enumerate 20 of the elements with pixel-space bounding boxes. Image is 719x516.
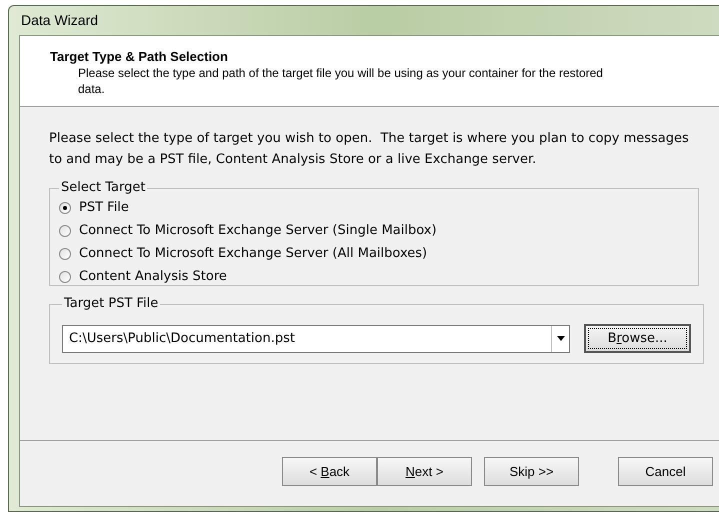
radio-option[interactable]: Content Analysis Store xyxy=(59,265,689,288)
header-title: Target Type & Path Selection xyxy=(50,49,229,65)
next-button[interactable]: Next > xyxy=(377,457,472,486)
radio-option[interactable]: Connect To Microsoft Exchange Server (All Mailboxes) xyxy=(59,242,689,265)
path-combo-box[interactable]: C:\Users\Public\Documentation.pst xyxy=(62,324,570,352)
radio-option[interactable]: Connect To Microsoft Exchange Server (Single Mailbox) xyxy=(59,219,689,242)
radio-option[interactable]: PST File xyxy=(59,196,689,219)
radio-button[interactable] xyxy=(59,248,71,260)
back-button[interactable]: < Back xyxy=(282,457,377,486)
header-subtitle: Please select the type and path of the target file you will be using as your container for the restored data. xyxy=(78,65,604,97)
radio-button[interactable] xyxy=(59,202,71,214)
instructions: Please select the type of target you wish to open. The target is where you plan to copy messages to and may be a PST file, Content Analysis Store or a live Exchange server. xyxy=(49,130,690,169)
browse-button[interactable]: Browse... xyxy=(584,324,691,353)
skip-button[interactable]: Skip >> xyxy=(484,457,579,486)
group-legend: Target PST File xyxy=(62,296,160,312)
cancel-button[interactable]: Cancel xyxy=(618,457,713,486)
radio-button[interactable] xyxy=(59,270,71,282)
window-title: Data Wizard xyxy=(21,11,98,30)
radio-button[interactable] xyxy=(59,224,71,236)
group-legend: Select Target xyxy=(59,180,148,196)
